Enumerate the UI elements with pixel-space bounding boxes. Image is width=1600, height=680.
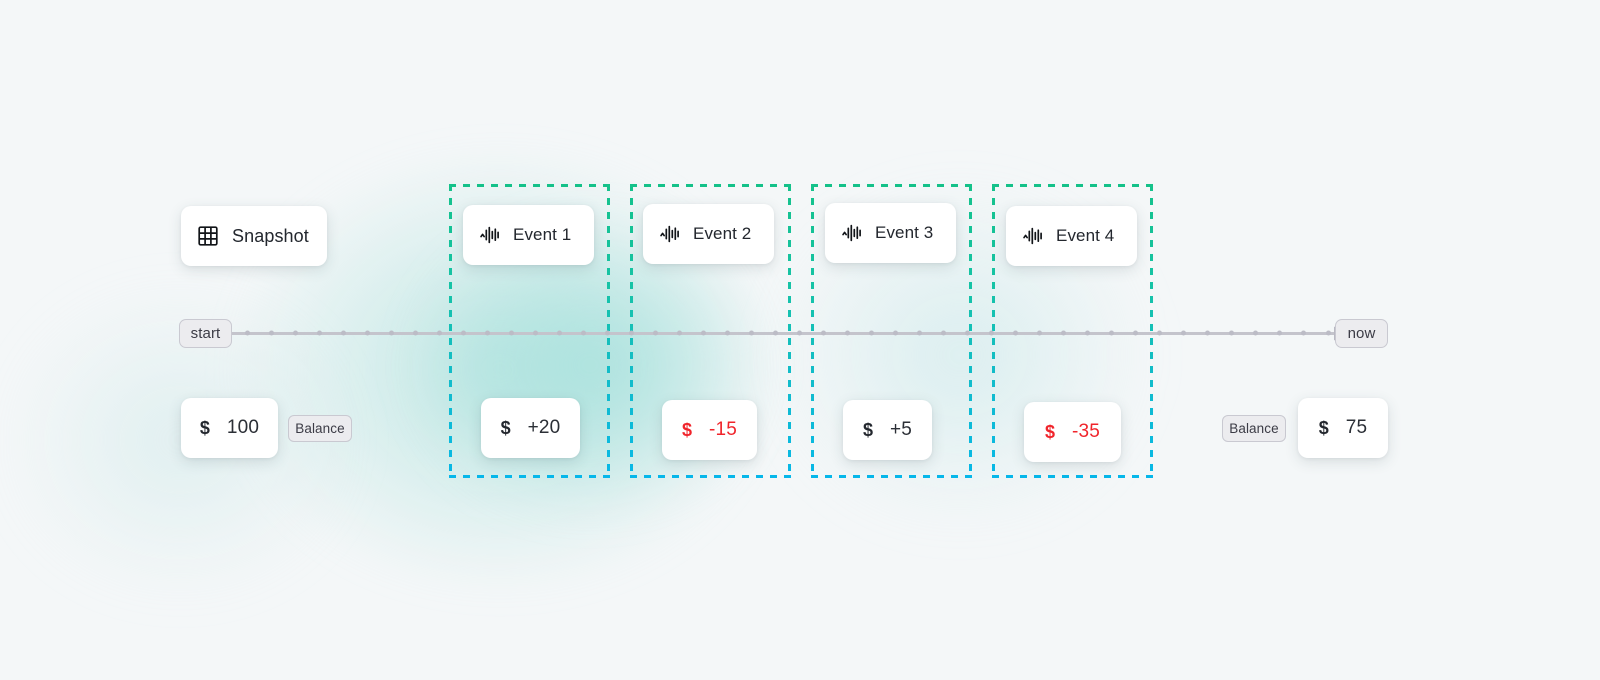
- timeline-tick: [1277, 330, 1283, 336]
- event-delta-value: +20: [527, 417, 561, 438]
- event-delta-card-4[interactable]: $ -35: [1024, 402, 1121, 462]
- table-grid-icon: [198, 226, 218, 246]
- timeline-tick: [1325, 330, 1331, 336]
- timeline-tick: [388, 330, 394, 336]
- timeline-tick: [1205, 330, 1211, 336]
- event-label: Event 1: [513, 225, 572, 244]
- timeline-tick: [244, 330, 250, 336]
- timeline-tick: [604, 330, 610, 336]
- timeline-tick: [628, 330, 634, 336]
- event-delta-card-3[interactable]: $ +5: [843, 400, 932, 460]
- timeline-axis: [215, 326, 1347, 340]
- group-border-edge: [992, 475, 1153, 478]
- event-card-2[interactable]: Event 2: [643, 204, 774, 264]
- waveform-icon: [659, 224, 681, 244]
- timeline-tick: [652, 330, 658, 336]
- currency-symbol: $: [500, 417, 511, 438]
- group-border-edge: [992, 184, 1153, 187]
- timeline-tick: [797, 330, 803, 336]
- event-card-1[interactable]: Event 1: [463, 205, 594, 265]
- timeline-tick: [460, 330, 466, 336]
- timeline-tick: [340, 330, 346, 336]
- timeline-tick: [508, 330, 514, 336]
- timeline-tick: [724, 330, 730, 336]
- timeline-start-chip[interactable]: start: [179, 319, 232, 348]
- timeline-tick: [676, 330, 682, 336]
- timeline-tick: [484, 330, 490, 336]
- group-border-edge: [449, 475, 610, 478]
- timeline-tick: [1301, 330, 1307, 336]
- timeline-tick: [412, 330, 418, 336]
- timeline-tick: [364, 330, 370, 336]
- event-delta-value: +5: [889, 419, 913, 440]
- event-label: Event 2: [693, 224, 752, 243]
- group-border-edge: [630, 475, 791, 478]
- timeline-tick: [436, 330, 442, 336]
- timeline-axis-line: [215, 331, 1345, 335]
- event-label: Event 4: [1056, 226, 1115, 245]
- event-delta-card-2[interactable]: $ -15: [662, 400, 757, 460]
- event-label: Event 3: [875, 223, 934, 242]
- opening-balance-value: 100: [226, 417, 260, 438]
- group-border-edge: [811, 184, 972, 187]
- event-delta-value: -15: [708, 419, 738, 440]
- timeline-tick: [1229, 330, 1235, 336]
- currency-symbol: $: [681, 419, 692, 440]
- event-delta-card-1[interactable]: $ +20: [481, 398, 580, 458]
- group-border-edge: [811, 475, 972, 478]
- opening-balance-card[interactable]: $ 100: [181, 398, 278, 458]
- closing-balance-badge: Balance: [1222, 415, 1286, 442]
- opening-balance-badge: Balance: [288, 415, 352, 442]
- timeline-tick: [556, 330, 562, 336]
- timeline-tick: [532, 330, 538, 336]
- currency-symbol: $: [1044, 421, 1055, 442]
- closing-balance-card[interactable]: $ 75: [1298, 398, 1388, 458]
- timeline-tick: [773, 330, 778, 336]
- group-border-edge: [449, 184, 610, 187]
- timeline-tick: [292, 330, 298, 336]
- group-border-edge: [630, 184, 791, 187]
- timeline-now-chip[interactable]: now: [1335, 319, 1388, 348]
- currency-symbol: $: [199, 417, 210, 438]
- snapshot-card[interactable]: Snapshot: [181, 206, 327, 266]
- timeline-tick: [1253, 330, 1259, 336]
- timeline-canvas: start now Snapshot $ 100 Balance Event 1…: [0, 0, 1600, 680]
- timeline-tick: [1181, 330, 1187, 336]
- waveform-icon: [479, 225, 501, 245]
- timeline-tick: [700, 330, 706, 336]
- timeline-tick: [748, 330, 754, 336]
- event-delta-value: -35: [1071, 421, 1101, 442]
- timeline-tick: [1157, 330, 1163, 336]
- timeline-tick: [316, 330, 322, 336]
- snapshot-label: Snapshot: [232, 225, 309, 246]
- timeline-tick: [580, 330, 586, 336]
- closing-balance-value: 75: [1345, 417, 1368, 438]
- currency-symbol: $: [1318, 417, 1329, 438]
- event-card-3[interactable]: Event 3: [825, 203, 956, 263]
- timeline-tick: [821, 330, 827, 336]
- waveform-icon: [1022, 226, 1044, 246]
- timeline-tick: [268, 330, 274, 336]
- event-card-4[interactable]: Event 4: [1006, 206, 1137, 266]
- waveform-icon: [841, 223, 863, 243]
- currency-symbol: $: [862, 419, 873, 440]
